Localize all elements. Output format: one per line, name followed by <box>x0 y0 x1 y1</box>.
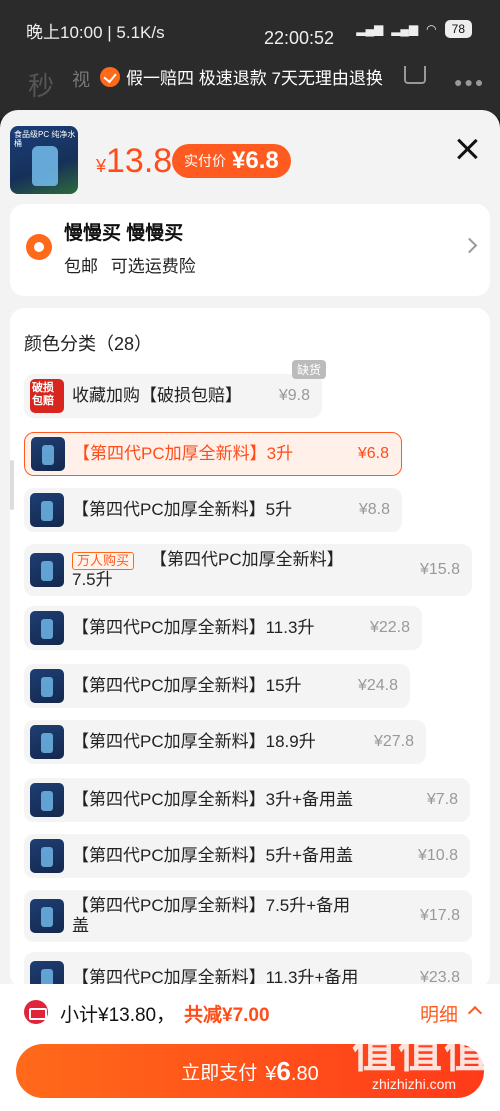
variant-name: 【第四代PC加厚全新料】7.5升+备用 盖 <box>72 896 350 936</box>
variant-price: ¥9.8 <box>278 387 310 404</box>
variant-name: 【第四代PC加厚全新料】18.9升 <box>72 732 316 751</box>
thumbnail-text: 破损包赔 <box>32 382 54 407</box>
product-price: ¥13.8 <box>96 142 172 181</box>
variant-price: ¥27.8 <box>373 733 414 750</box>
variant-option[interactable]: 【第四代PC加厚全新料】5升+备用盖 ¥10.8 <box>24 834 470 878</box>
variant-thumbnail <box>30 611 64 645</box>
variant-option[interactable]: 【第四代PC加厚全新料】18.9升 ¥27.8 <box>24 720 426 764</box>
guarantee-text: 假一赔四 极速退款 7天无理由退换 <box>126 69 383 88</box>
watermark-url: zhizhizhi.com <box>372 1076 457 1092</box>
variant-thumbnail <box>30 899 64 933</box>
price-value: 13.8 <box>106 142 173 180</box>
variant-thumbnail <box>31 437 65 471</box>
variant-thumbnail <box>30 553 64 587</box>
variant-name: 【第四代PC加厚全新料】3升 <box>73 444 294 463</box>
variant-name: 【第四代PC加厚全新料】15升 <box>72 676 302 695</box>
variant-option[interactable]: 破损包赔 收藏加购【破损包赔】 ¥9.8 缺货 <box>24 360 326 418</box>
background-page: 秒 视 假一赔四 极速退款 7天无理由退换 ●●● <box>0 58 500 118</box>
shipping-subtitle: 包邮 可选运费险 <box>64 257 196 276</box>
variant-thumbnail <box>30 669 64 703</box>
shield-check-icon <box>100 66 120 87</box>
variant-name: 【第四代PC加厚全新料】5升 <box>72 500 293 519</box>
variant-price: ¥7.8 <box>426 791 458 808</box>
variant-name: 【第四代PC加厚全新料】5升+备用盖 <box>72 846 353 865</box>
product-thumbnail[interactable]: 食品级PC 纯净水桶 <box>10 126 78 194</box>
background-side-text: 秒 <box>28 71 55 101</box>
variant-section-title: 颜色分类（28） <box>24 334 153 354</box>
variant-name: 【第四代PC加厚全新料】3升+备用盖 <box>72 790 353 809</box>
variant-name: 【第四代PC加厚全新料】11.3升 <box>72 618 315 637</box>
status-icons: ▂▄▆ ▂▄▆ ◠ 78 <box>356 20 472 38</box>
variant-thumbnail <box>30 725 64 759</box>
variant-price: ¥6.8 <box>357 445 389 462</box>
paid-price-label: 实付价 <box>184 153 226 169</box>
currency-symbol: ¥ <box>96 156 107 176</box>
variant-thumbnail <box>30 783 64 817</box>
location-pin-icon <box>26 234 52 260</box>
variant-thumbnail <box>30 493 64 527</box>
pay-button-amount: ¥6.80 <box>265 1056 318 1087</box>
watermark-logo: 值值值 <box>352 1028 490 1077</box>
scroll-indicator <box>10 460 14 510</box>
variant-option[interactable]: 【第四代PC加厚全新料】15升 ¥24.8 <box>24 664 410 708</box>
pay-amount-dec: .80 <box>290 1062 319 1085</box>
variant-price: ¥15.8 <box>419 561 460 578</box>
chevron-right-icon <box>461 237 478 254</box>
hot-sale-badge: 万人购买 <box>72 552 135 570</box>
out-of-stock-badge: 缺货 <box>291 360 326 379</box>
discount-text: 共减¥7.00 <box>184 1005 270 1026</box>
paid-price-badge: 实付价 ¥6.8 <box>172 144 291 178</box>
variant-name-line1: 【第四代PC加厚全新料】 <box>150 550 344 569</box>
variant-name: 收藏加购【破损包赔】 <box>72 386 242 405</box>
water-jug-icon <box>32 146 58 186</box>
status-bar: 晚上10:00 | 5.1K/s 22:00:52 ▂▄▆ ▂▄▆ ◠ 78 <box>0 0 500 58</box>
variant-name: 万人购买 【第四代PC加厚全新料】 7.5升 <box>72 550 344 590</box>
subtotal-text: 小计¥13.80， <box>60 1005 176 1026</box>
variant-price: ¥8.8 <box>358 501 390 518</box>
variant-option[interactable]: 【第四代PC加厚全新料】5升 ¥8.8 <box>24 488 402 532</box>
guarantee-banner: 假一赔四 极速退款 7天无理由退换 <box>100 64 383 89</box>
variant-option[interactable]: 万人购买 【第四代PC加厚全新料】 7.5升 ¥15.8 <box>24 544 472 596</box>
variant-option[interactable]: 【第四代PC加厚全新料】11.3升 ¥22.8 <box>24 606 422 650</box>
signal-icon-2: ▂▄▆ <box>391 22 419 36</box>
variant-price: ¥10.8 <box>417 847 458 864</box>
variant-option[interactable]: 【第四代PC加厚全新料】7.5升+备用 盖 ¥17.8 <box>24 890 472 942</box>
variant-price: ¥17.8 <box>419 907 460 924</box>
variant-name-line2: 盖 <box>72 916 89 935</box>
variant-price: ¥22.8 <box>369 619 410 636</box>
variant-name-line2: 7.5升 <box>72 570 113 589</box>
cart-icon[interactable] <box>404 66 426 84</box>
variant-thumbnail <box>30 839 64 873</box>
variant-thumbnail: 破损包赔 <box>30 379 64 413</box>
status-clock: 22:00:52 <box>264 28 335 48</box>
checkout-footer: 小计¥13.80， 共减¥7.00 明细 立即支付 ¥6.80 值值值 zhiz… <box>0 984 500 1111</box>
sku-sheet: 食品级PC 纯净水桶 ¥13.8 实付价 ¥6.8 慢慢买 慢慢买 包邮 可选运… <box>0 110 500 1111</box>
more-icon[interactable]: ●●● <box>454 74 485 90</box>
signal-icon: ▂▄▆ <box>356 22 384 36</box>
paid-price-value: ¥6.8 <box>232 147 279 174</box>
coupon-icon <box>24 1000 48 1024</box>
shipping-card[interactable]: 慢慢买 慢慢买 包邮 可选运费险 <box>10 204 490 296</box>
variant-option[interactable]: 【第四代PC加厚全新料】11.3升+备用 ¥23.8 <box>24 952 472 988</box>
pay-button-label: 立即支付 <box>181 1062 258 1084</box>
variant-card: 颜色分类（28） 破损包赔 收藏加购【破损包赔】 ¥9.8 缺货 【第四代PC加… <box>10 308 490 988</box>
battery-icon: 78 <box>444 20 472 38</box>
variant-price: ¥24.8 <box>357 677 398 694</box>
variant-option-selected[interactable]: 【第四代PC加厚全新料】3升 ¥6.8 <box>24 432 402 476</box>
close-icon[interactable] <box>454 136 480 162</box>
variant-name-line1: 【第四代PC加厚全新料】7.5升+备用 <box>72 896 351 915</box>
shipping-title: 慢慢买 慢慢买 <box>64 223 184 244</box>
background-tab-label: 视 <box>72 70 90 90</box>
pay-currency: ¥ <box>265 1062 277 1085</box>
status-left-text: 晚上10:00 | 5.1K/s <box>26 23 165 42</box>
pay-amount-int: 6 <box>276 1055 291 1086</box>
variant-option[interactable]: 【第四代PC加厚全新料】3升+备用盖 ¥7.8 <box>24 778 470 822</box>
wifi-icon: ◠ <box>426 22 437 36</box>
